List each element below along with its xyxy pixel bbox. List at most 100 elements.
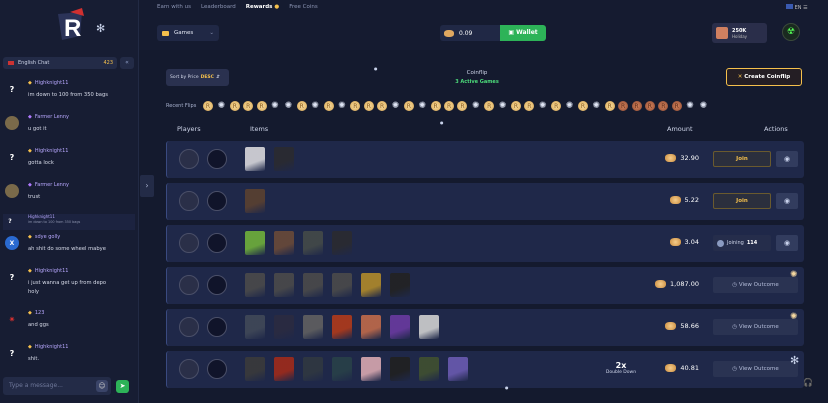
join-button[interactable]: Join [713,151,771,167]
nav-leaderboard[interactable]: Leaderboard [201,4,236,10]
chat-text: trust [28,194,41,200]
rewards-icon: ● [274,4,280,10]
avatar: ? [9,152,15,162]
chat-username[interactable]: Highknight11 [35,148,69,154]
view-outcome-button[interactable]: ◷ View Outcome [713,277,798,293]
item-icon [245,147,265,171]
item-icon [390,315,410,339]
holiday-reward[interactable]: 250K Holiday [712,23,767,43]
join-button[interactable]: Join [713,193,771,209]
player-avatar[interactable] [179,191,199,211]
amount: 58.66 [619,322,699,330]
view-outcome-button[interactable]: ◷ View Outcome [713,361,798,377]
player-avatar[interactable] [179,317,199,337]
balance-display: 0.09 [440,25,500,41]
wallet-label: Wallet [516,29,538,36]
recent-flip-coin-icon: R [510,101,521,111]
nav-rewards[interactable]: Rewards ● [246,4,279,10]
create-coinflip-button[interactable]: ✕ Create Coinflip [726,68,802,86]
player-avatar[interactable] [207,359,227,379]
amount: 3.04 [619,238,699,246]
item-icon [332,231,352,255]
rank-icon: ◆ [28,182,32,188]
collapse-chat-button[interactable]: « [120,57,134,69]
view-eye-button[interactable]: ◉ [776,151,798,167]
nav-earn[interactable]: Earn with us [157,4,191,10]
joining-count: 114 [746,240,758,246]
chat-message-reply: ? Highknight11 im down to 100 from 350 b… [3,214,135,230]
user-avatar[interactable]: ☢ [782,23,800,41]
site-logo[interactable]: R [52,6,92,46]
chat-room-selector[interactable]: English Chat 423 [3,57,117,69]
coin-icon [669,196,681,204]
player-avatar[interactable] [207,149,227,169]
send-button[interactable]: ➤ [116,380,129,393]
item-icon [448,357,468,381]
recent-flip-coin-icon: R [484,101,495,111]
chat-username[interactable]: Farmer Lenny [35,114,69,120]
recent-flip-coin-icon: R [444,101,455,111]
coinflip-row: 3.04 Joining 114 ◉ [166,225,804,262]
player-avatar[interactable] [179,149,199,169]
view-eye-button[interactable]: ◉ [776,193,798,209]
recent-flips-label: Recent Flips [166,103,197,109]
item-icon [245,357,265,381]
recent-flip-coin-icon: ✺ [565,101,574,111]
coinflip-row: 32.90 Join ◉ [166,141,804,178]
coinflip-row: 5.22 Join ◉ [166,183,804,220]
view-outcome-button[interactable]: ◷ View Outcome [713,319,798,335]
gift-icon [716,27,728,39]
recent-flip-coin-icon: R [229,101,240,111]
recent-flip-coin-icon: ✺ [699,101,708,111]
item-icon [361,273,381,297]
recent-flip-coin-icon: R [403,101,414,111]
recent-flip-coin-icon: ✺ [217,101,226,111]
support-icon[interactable]: 🎧 [803,378,813,387]
chat-username[interactable]: 123 [35,310,45,316]
rank-icon: ◆ [28,310,32,316]
chat-text: holy [28,289,39,295]
chat-username[interactable]: sdye golly [35,234,60,240]
player-avatar[interactable] [179,275,199,295]
item-icon [245,231,265,255]
bot-icon [717,239,724,247]
expand-chat-button[interactable]: › [140,175,154,197]
player-avatar[interactable] [207,233,227,253]
column-amount: Amount [667,125,693,133]
wallet-icon: ▣ [508,29,515,36]
view-eye-button[interactable]: ◉ [776,235,798,251]
item-icon [361,315,381,339]
recent-flip-coin-icon: ✺ [284,101,293,111]
chat-username[interactable]: Highknight11 [28,214,55,219]
recent-flip-coin-icon: R [430,101,441,111]
amount-value: 3.04 [684,238,699,246]
chat-username[interactable]: Highknight11 [35,268,69,274]
player-avatar[interactable] [179,233,199,253]
chat-message: ◆ Farmer Lenny trust [3,182,135,206]
games-dropdown[interactable]: Games ⌄ [157,25,219,41]
player-avatar[interactable] [207,275,227,295]
language-selector[interactable]: EN ☰ [786,4,808,11]
column-actions: Actions [764,125,788,133]
coinflip-row: 2x Double Down 40.81 ◷ View Outcome [166,351,804,388]
chat-input[interactable]: Type a message... [3,377,111,395]
recent-flip-coin-icon: ✺ [391,101,400,111]
recent-flip-coin-icon: ✺ [418,101,427,111]
chat-username[interactable]: Highknight11 [35,80,69,86]
player-avatar[interactable] [207,191,227,211]
nav-free-coins[interactable]: Free Coins [289,4,318,10]
coin-icon [665,154,677,162]
games-label: Games [174,30,194,36]
player-avatar[interactable] [179,359,199,379]
language-label: EN [794,5,802,11]
chat-username[interactable]: Farmer Lenny [35,182,69,188]
svg-text:R: R [64,15,81,42]
sort-button[interactable]: Sort by Price DESC ⇵ [166,69,229,86]
holiday-value: 250K [732,27,747,34]
wallet-button[interactable]: ▣ Wallet [500,25,546,41]
player-avatar[interactable] [207,317,227,337]
amount: 5.22 [619,196,699,204]
recent-flip-coin-icon: ✺ [592,101,601,111]
emoji-button[interactable]: ☺ [96,380,108,392]
chat-username[interactable]: Highknight11 [35,344,69,350]
